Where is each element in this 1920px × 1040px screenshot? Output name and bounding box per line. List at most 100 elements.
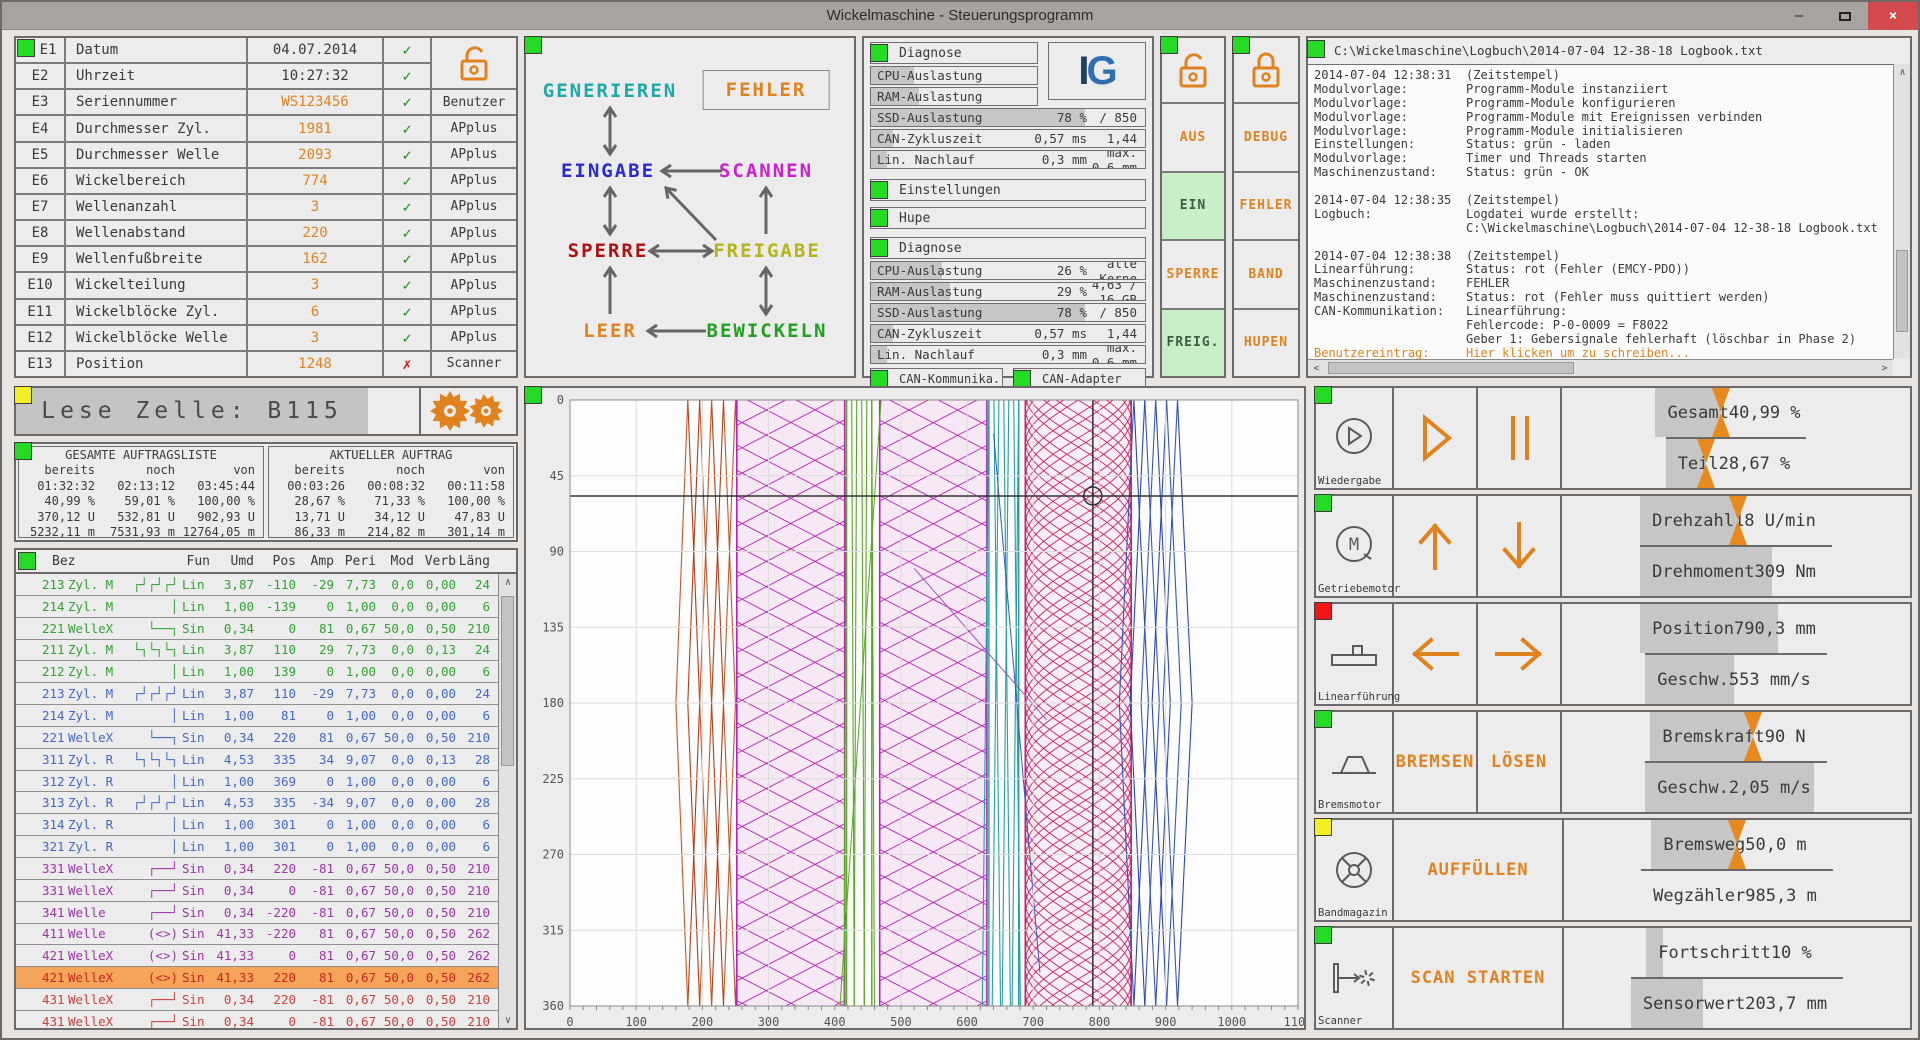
freig-button[interactable]: FREIG.	[1162, 310, 1224, 377]
diagnose-row: CPU-Auslastung26 %alle Kerne	[870, 261, 1146, 280]
param-value[interactable]: 2093	[248, 143, 382, 167]
value-bar-teil: Teil28,67 %	[1666, 437, 1807, 488]
param-value[interactable]: 162	[248, 247, 382, 271]
value-bar-position: Position790,3 mm	[1640, 604, 1832, 653]
getriebemotor-led	[1314, 494, 1332, 512]
block-row[interactable]: 214Zyl. M│Lin1,00-13901,000,00,006	[16, 596, 498, 618]
check-ok-icon: ✓	[384, 195, 430, 219]
arrow-down-icon	[1489, 514, 1549, 578]
block-row[interactable]: 314Zyl. R│Lin1,0030101,000,00,006	[16, 814, 498, 836]
play-button[interactable]	[1394, 388, 1478, 488]
scanstarten-button[interactable]: SCAN STARTEN	[1394, 928, 1564, 1028]
log-line: 2014-07-04 12:38:35(Zeitstempel)	[1314, 193, 1893, 207]
svg-text:180: 180	[542, 696, 564, 710]
param-value[interactable]: 3	[248, 326, 382, 350]
check-ok-icon: ✓	[384, 273, 430, 297]
param-value[interactable]: 220	[248, 221, 382, 245]
block-row[interactable]: 212Zyl. M│Lin1,0013901,000,00,006	[16, 661, 498, 683]
gesamte-auftragsliste: GESAMTE AUFTRAGSLISTEbereitsnochvon01:32…	[18, 446, 264, 538]
close-button[interactable]: ×	[1868, 2, 1918, 30]
param-value[interactable]: 6	[248, 300, 382, 324]
block-row[interactable]: 311Zyl. R└┐└┐└┐Lin4,53335349,070,00,1328	[16, 749, 498, 771]
hupen-button[interactable]: HUPEN	[1234, 310, 1298, 377]
block-row[interactable]: 214Zyl. M│Lin1,008101,000,00,006	[16, 705, 498, 727]
lockcol1-lock-toggle[interactable]	[1162, 38, 1224, 102]
block-row[interactable]: 213Zyl. M┌┘┌┘┌┘Lin3,87110-297,730,00,002…	[16, 683, 498, 705]
value-bar-drehmoment: Drehmoment309 Nm	[1640, 545, 1832, 596]
scroll-right-icon[interactable]: >	[1876, 360, 1893, 376]
block-row[interactable]: 213Zyl. M┌┘┌┘┌┘Lin3,87-110-297,730,00,00…	[16, 574, 498, 596]
band-button[interactable]: BAND	[1234, 241, 1298, 308]
sperre-button[interactable]: SPERRE	[1162, 241, 1224, 308]
block-row[interactable]: 431WelleX┌──┘Sin0,34220-810,6750,00,5021…	[16, 989, 498, 1011]
arrow-down-button[interactable]	[1478, 496, 1562, 596]
maximize-button[interactable]	[1822, 2, 1868, 30]
param-value[interactable]: 3	[248, 273, 382, 297]
settings-gears-button[interactable]	[419, 388, 516, 434]
device-label: Bremsmotor	[1318, 799, 1381, 811]
minimize-button[interactable]: –	[1776, 2, 1822, 30]
block-row[interactable]: 421WelleX(<>)Sin41,330810,6750,00,50262	[16, 945, 498, 967]
block-row[interactable]: 221WelleX└──┐Sin0,340810,6750,00,50210	[16, 618, 498, 640]
device-icon-cell: MGetriebemotor	[1316, 496, 1394, 596]
logbook-text[interactable]: 2014-07-04 12:38:31(Zeitstempel)Modulvor…	[1308, 64, 1893, 359]
pause-button[interactable]	[1478, 388, 1562, 488]
gears-icon	[425, 389, 513, 433]
logbook-vscrollbar[interactable]: ∧	[1893, 64, 1910, 359]
block-row[interactable]: 431WelleX┌──┘Sin0,340-810,6750,00,50210	[16, 1011, 498, 1028]
block-row[interactable]: 313Zyl. R┌┘┌┘┌┘Lin4,53335-349,070,00,002…	[16, 792, 498, 814]
block-row[interactable]: 331WelleX┌──┘Sin0,34220-810,6750,00,5021…	[16, 858, 498, 880]
scroll-left-icon[interactable]: <	[1308, 360, 1325, 376]
block-row[interactable]: 411Welle(<>)Sin41,33-220810,6750,00,5026…	[16, 924, 498, 946]
arrow-left-button[interactable]	[1394, 604, 1478, 704]
scroll-up-icon[interactable]: ∧	[499, 574, 517, 590]
param-lock-button[interactable]	[432, 38, 516, 88]
device-icon-cell: Bremsmotor	[1316, 712, 1394, 812]
debug-buttons-panel: DEBUGFEHLERBANDHUPEN	[1232, 36, 1300, 378]
log-line: Geber 1: Gebersignale fehlerhaft (löschb…	[1314, 332, 1893, 346]
bremsen-button[interactable]: BREMSEN	[1394, 712, 1478, 812]
fehler-button[interactable]: FEHLER	[1234, 173, 1298, 240]
param-label: Durchmesser Welle	[66, 143, 246, 167]
device-label: Bandmagazin	[1318, 907, 1388, 919]
param-label: Datum	[66, 38, 246, 62]
svg-text:M: M	[1349, 535, 1359, 555]
param-value[interactable]: 3	[248, 195, 382, 219]
aus-button[interactable]: AUS	[1162, 104, 1224, 171]
ein-button[interactable]: EIN	[1162, 173, 1224, 240]
winding-plot[interactable]: 0459013518022527031536001002003004005006…	[526, 388, 1304, 1028]
unlock-icon	[456, 42, 492, 84]
auffllen-button[interactable]: AUFFÜLLEN	[1394, 820, 1564, 920]
block-row[interactable]: 341Welle┌──┘Sin0,34-220-810,6750,00,5021…	[16, 902, 498, 924]
block-row[interactable]: 312Zyl. R│Lin1,0036901,000,00,006	[16, 771, 498, 793]
bandmagazin-icon	[1326, 846, 1382, 894]
scroll-down-icon[interactable]: ∨	[499, 1012, 517, 1028]
block-row[interactable]: 331WelleX┌──┘Sin0,340-810,6750,00,50210	[16, 880, 498, 902]
value-bar-bremskraft: Bremskraft90 N	[1650, 712, 1821, 761]
param-value[interactable]: 04.07.2014	[248, 38, 382, 62]
param-value[interactable]: 10:27:32	[248, 64, 382, 88]
arrow-right-button[interactable]	[1478, 604, 1562, 704]
window-title: Wickelmaschine - Steuerungsprogramm	[2, 2, 1918, 30]
param-value[interactable]: WS123456	[248, 90, 382, 114]
block-row[interactable]: 221WelleX└──┐Sin0,34220810,6750,00,50210	[16, 727, 498, 749]
hupe-header-led	[870, 209, 888, 227]
lsen-button[interactable]: LÖSEN	[1478, 712, 1562, 812]
param-value[interactable]: 774	[248, 169, 382, 193]
scroll-up-icon[interactable]: ∧	[1894, 64, 1911, 80]
param-value[interactable]: 1981	[248, 116, 382, 140]
block-row[interactable]: 421WelleX(<>)Sin41,33220810,6750,00,5026…	[16, 967, 498, 989]
block-row[interactable]: 321Zyl. R│Lin1,0030101,000,00,006	[16, 836, 498, 858]
debug-button[interactable]: DEBUG	[1234, 104, 1298, 171]
block-row[interactable]: 211Zyl. M└┐└┐└┐Lin3,87110297,730,00,1324	[16, 640, 498, 662]
lockcol2-lock-toggle[interactable]	[1234, 38, 1298, 102]
plot-led	[524, 386, 542, 404]
log-user-entry[interactable]: Benutzereintrag:Hier klicken um zu schre…	[1314, 346, 1893, 359]
param-source: Scanner	[432, 352, 516, 376]
logbook-hscrollbar[interactable]: < >	[1308, 359, 1893, 376]
arrow-up-button[interactable]	[1394, 496, 1478, 596]
value-bar-drehzahl: Drehzahl18 U/min	[1640, 496, 1832, 545]
param-source: APplus	[432, 300, 516, 324]
block-table-scrollbar[interactable]: ∧ ∨	[498, 574, 516, 1028]
param-value[interactable]: 1248	[248, 352, 382, 376]
